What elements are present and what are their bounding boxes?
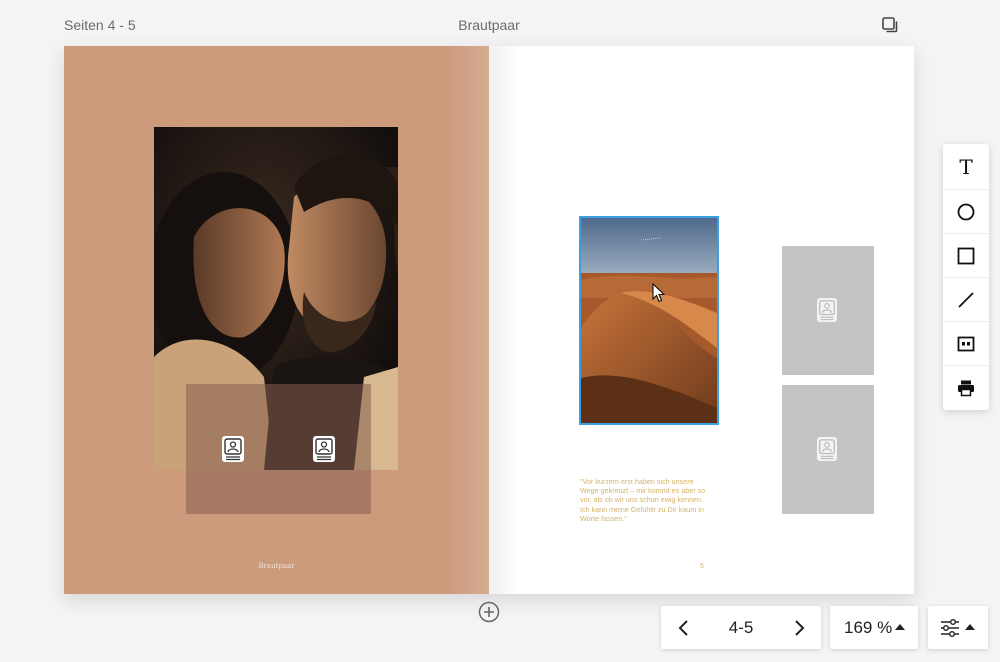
view-settings-button[interactable] xyxy=(928,606,988,649)
caret-up-icon xyxy=(895,624,905,630)
zoom-value: 169 % xyxy=(844,618,893,637)
image-placeholder-icon xyxy=(817,298,837,322)
text-tool-icon: T xyxy=(959,155,973,179)
image-placeholder-icon xyxy=(817,437,837,461)
page-spread: Brautpaar "Vor kurzem erst haben sich un… xyxy=(64,46,914,594)
add-page-button[interactable] xyxy=(478,601,500,623)
spread-title: Brautpaar xyxy=(458,17,520,33)
overlay-shape[interactable] xyxy=(186,384,371,514)
frame-tool-icon xyxy=(957,336,975,352)
left-page[interactable]: Brautpaar xyxy=(64,46,489,594)
caret-up-icon xyxy=(965,624,975,630)
sliders-icon xyxy=(941,619,959,637)
rectangle-tool-icon xyxy=(957,247,975,265)
print-icon xyxy=(958,380,974,397)
right-page[interactable]: "Vor kurzem erst haben sich unsere Wege … xyxy=(489,46,914,594)
quote-text[interactable]: "Vor kurzem erst haben sich unsere Wege … xyxy=(580,477,710,523)
page-navigator: 4-5 xyxy=(661,606,821,649)
chevron-right-icon xyxy=(795,620,805,636)
image-placeholder[interactable] xyxy=(782,246,874,375)
page-number: 5 xyxy=(700,563,704,570)
line-tool-button[interactable] xyxy=(943,277,989,322)
page-range-value[interactable]: 4-5 xyxy=(706,618,776,638)
line-tool-icon xyxy=(958,292,974,308)
print-button[interactable] xyxy=(943,365,989,410)
chevron-left-icon xyxy=(678,620,688,636)
top-bar: Seiten 4 - 5 Brautpaar xyxy=(0,0,1000,46)
copy-icon[interactable] xyxy=(880,15,900,35)
previous-page-button[interactable] xyxy=(669,613,699,643)
circle-tool-button[interactable] xyxy=(943,189,989,234)
circle-tool-icon xyxy=(957,203,975,221)
image-placeholder-icon[interactable] xyxy=(313,436,335,462)
frame-tool-button[interactable] xyxy=(943,321,989,366)
desert-photo[interactable] xyxy=(579,216,719,425)
left-page-footer: Brautpaar xyxy=(258,562,295,570)
rectangle-tool-button[interactable] xyxy=(943,233,989,278)
image-placeholder-icon[interactable] xyxy=(222,436,244,462)
mouse-cursor xyxy=(652,282,666,303)
tool-palette: T xyxy=(943,144,989,410)
text-tool-button[interactable]: T xyxy=(943,145,989,189)
image-placeholder[interactable] xyxy=(782,385,874,514)
zoom-selector[interactable]: 169 % xyxy=(830,606,918,649)
next-page-button[interactable] xyxy=(784,613,814,643)
